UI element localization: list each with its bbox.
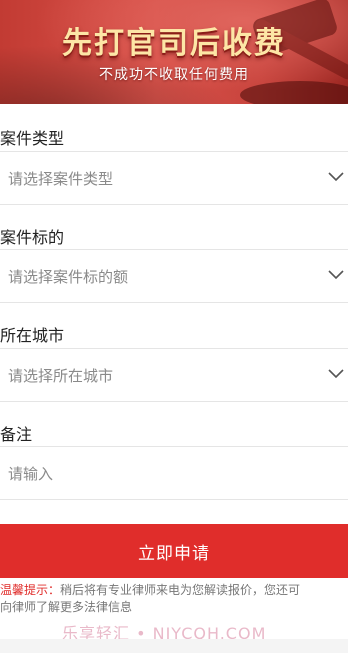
notice-text: 温馨提示：稍后将有专业律师来电为您解读报价，您还可 向律师了解更多法律信息	[0, 582, 348, 616]
case-amount-placeholder: 请选择案件标的额	[8, 268, 129, 286]
submit-button[interactable]: 立即申请	[0, 524, 348, 578]
case-type-placeholder: 请选择案件类型	[8, 170, 114, 188]
case-amount-select[interactable]: 请选择案件标的额	[0, 249, 348, 303]
city-label: 所在城市	[0, 326, 65, 345]
case-type-label: 案件类型	[0, 129, 65, 148]
note-placeholder: 请输入	[8, 465, 54, 483]
note-label: 备注	[0, 425, 33, 444]
case-amount-label: 案件标的	[0, 228, 65, 247]
case-type-select[interactable]: 请选择案件类型	[0, 151, 348, 205]
chevron-down-icon	[328, 369, 344, 379]
notice-line2: 向律师了解更多法律信息	[0, 600, 133, 614]
notice-prefix: 温馨提示：	[0, 583, 61, 597]
bottom-bar	[0, 639, 348, 653]
chevron-down-icon	[328, 270, 344, 280]
banner-title: 先打官司后收费	[62, 26, 286, 61]
note-input[interactable]: 请输入	[0, 446, 348, 500]
promo-banner: 先打官司后收费 不成功不收取任何费用	[0, 0, 348, 104]
chevron-down-icon	[328, 172, 344, 182]
banner-subtitle: 不成功不收取任何费用	[99, 67, 249, 83]
city-select[interactable]: 请选择所在城市	[0, 348, 348, 402]
notice-line1: 稍后将有专业律师来电为您解读报价，您还可	[60, 583, 301, 597]
city-placeholder: 请选择所在城市	[8, 367, 114, 385]
